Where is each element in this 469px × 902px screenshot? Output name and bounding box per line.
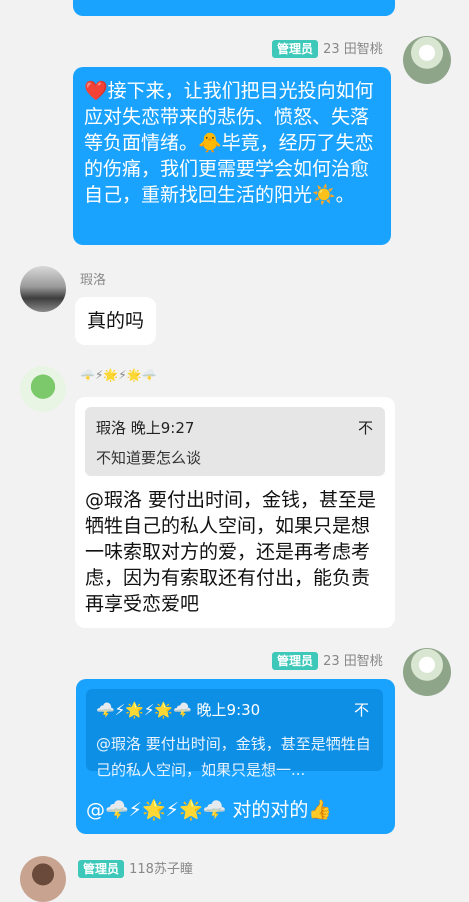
quote-trailing: 不: [357, 419, 373, 437]
admin-badge: 管理员: [272, 652, 319, 670]
sender-row: 管理员 23 田智桃: [272, 650, 383, 670]
avatar[interactable]: [20, 856, 66, 902]
avatar[interactable]: [20, 366, 66, 412]
quote-author: 瑕洛 晚上9:27: [96, 419, 195, 437]
avatar[interactable]: [20, 266, 66, 312]
quoted-message[interactable]: 🌩️⚡🌟⚡🌟🌩️ 晚上9:30 不 @瑕洛 要付出时间，金钱，甚至是牺牲自己的私…: [86, 689, 383, 779]
sender-name: 23 田智桃: [323, 42, 383, 57]
quote-text: @瑕洛 要付出时间，金钱，甚至是牺牲自己的私人空间，如果只是想一...: [96, 735, 371, 779]
sender-name: 🌩️⚡🌟⚡🌟🌩️: [80, 368, 157, 382]
quoted-message[interactable]: 瑕洛 晚上9:27 不 不知道要怎么谈: [85, 407, 385, 476]
message-bubble[interactable]: 🌩️⚡🌟⚡🌟🌩️ 晚上9:30 不 @瑕洛 要付出时间，金钱，甚至是牺牲自己的私…: [76, 679, 395, 834]
sender-name: 瑕洛: [80, 273, 107, 288]
message-text: @瑕洛 要付出时间，金钱，甚至是牺牲自己的私人空间，如果只是想一味索取对方的爱，…: [85, 489, 377, 615]
message-text: @🌩️⚡🌟⚡🌟🌩️ 对的对的👍: [86, 799, 333, 821]
message-bubble[interactable]: ❤️接下来，让我们把目光投向如何应对失恋带来的悲伤、愤怒、失落等负面情绪。🐥毕竟…: [73, 67, 391, 245]
message-bubble[interactable]: 瑕洛 晚上9:27 不 不知道要怎么谈 @瑕洛 要付出时间，金钱，甚至是牺牲自己…: [75, 397, 395, 628]
sender-name: 118苏子瞳: [129, 862, 193, 877]
sender-row: 管理员 118苏子瞳: [78, 858, 193, 878]
sender-row: 管理员 23 田智桃: [272, 38, 383, 58]
quote-text: 不知道要怎么谈: [96, 449, 202, 467]
avatar[interactable]: [403, 36, 451, 84]
admin-badge: 管理员: [78, 860, 125, 878]
quote-trailing: 不: [353, 701, 369, 719]
message-bubble-partial[interactable]: [73, 0, 395, 16]
admin-badge: 管理员: [272, 40, 319, 58]
quote-author: 🌩️⚡🌟⚡🌟🌩️ 晚上9:30: [96, 701, 261, 719]
message-bubble[interactable]: 真的吗: [75, 297, 157, 345]
sender-name: 23 田智桃: [323, 654, 383, 669]
message-text: 真的吗: [87, 310, 145, 332]
message-text: ❤️接下来，让我们把目光投向如何应对失恋带来的悲伤、愤怒、失落等负面情绪。🐥毕竟…: [84, 80, 374, 206]
avatar[interactable]: [403, 648, 451, 696]
